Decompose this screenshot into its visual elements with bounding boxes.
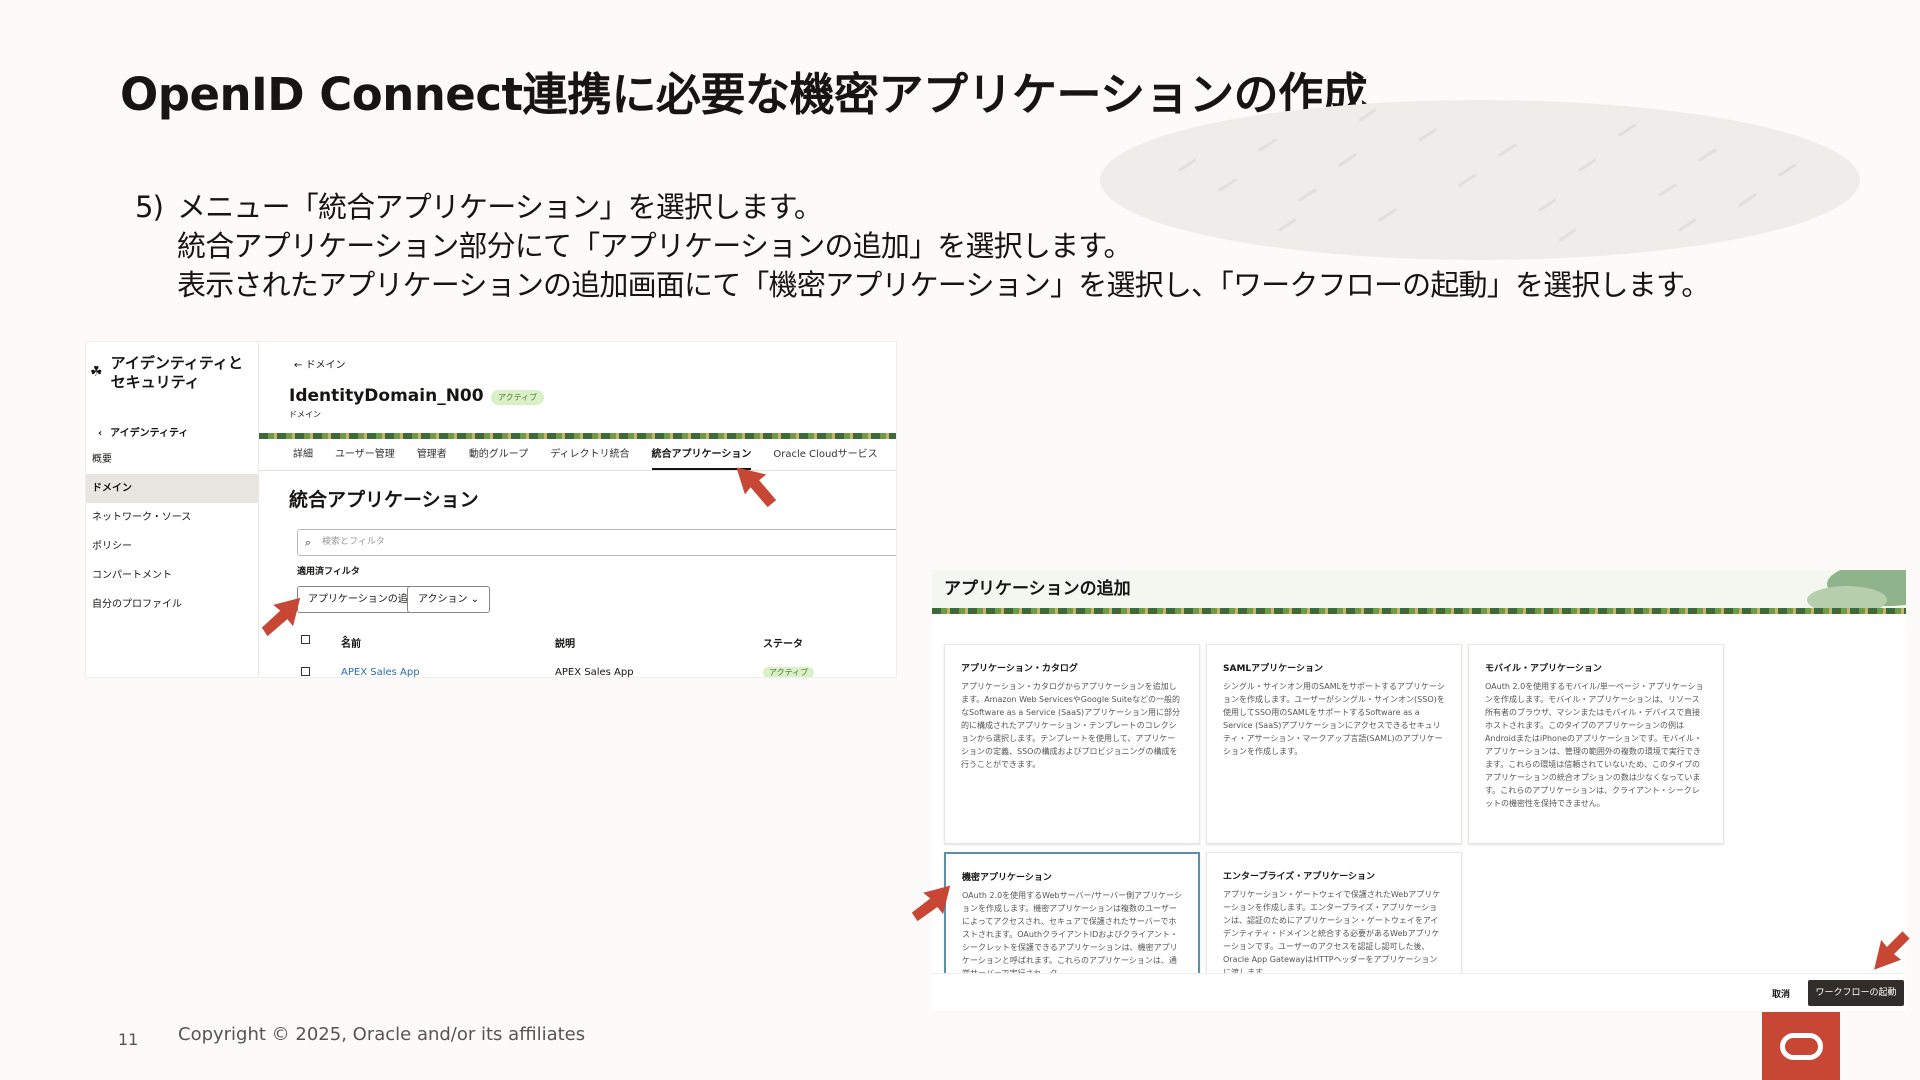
step-line-2: 統合アプリケーション部分にて「アプリケーションの追加」を選択します。 — [177, 229, 1133, 263]
arrow-left-icon: ← — [294, 360, 306, 371]
decorative-band — [259, 433, 896, 439]
page-number: 11 — [118, 1030, 139, 1049]
section-title: 統合アプリケーション — [289, 489, 479, 511]
column-status: ステータ — [763, 639, 803, 650]
sidebar-back-link[interactable]: ‹ アイデンティティ — [98, 424, 196, 439]
column-description: 説明 — [555, 639, 575, 650]
row-status-badge: アクティブ — [763, 667, 815, 677]
card-enterprise-application[interactable]: エンタープライズ・アプリケーション アプリケーション・ゲートウェイで保護されたW… — [1206, 852, 1462, 982]
chevron-left-icon: ‹ — [98, 428, 103, 439]
sidebar: ☘ アイデンティティと セキュリティ ‹ アイデンティティ 概要 ドメイン ネット… — [86, 342, 259, 677]
card-saml-application[interactable]: SAMLアプリケーション シングル・サインオン用のSAMLをサポートするアプリケ… — [1206, 644, 1462, 844]
sidebar-item-network-sources[interactable]: ネットワーク・ソース — [86, 503, 259, 532]
dialog-title: アプリケーションの追加 — [944, 579, 1131, 599]
applied-filters-label: 適用済フィルタ — [297, 567, 360, 577]
sort-up-icon: ⌃ — [341, 635, 350, 646]
tab-dynamic-groups[interactable]: 動的グループ — [469, 441, 528, 470]
dialog-header: アプリケーションの追加 — [932, 570, 1906, 612]
sidebar-item-policies[interactable]: ポリシー — [86, 532, 259, 561]
identity-icon: ☘ — [90, 364, 103, 380]
arrow-icon — [911, 885, 951, 922]
decorative-leaf — [1807, 570, 1906, 610]
step-line-1: メニュー「統合アプリケーション」を選択します。 — [177, 190, 823, 224]
sidebar-item-my-profile[interactable]: 自分のプロファイル — [86, 590, 259, 619]
arrow-icon — [261, 597, 301, 637]
domain-name: IdentityDomain_N00 — [289, 386, 484, 406]
step-number: 5) — [135, 190, 164, 224]
card-mobile-application[interactable]: モバイル・アプリケーション OAuth 2.0を使用するモバイル/単一ページ・ア… — [1468, 644, 1724, 844]
dialog-footer: 取消 ワークフローの起動 — [932, 973, 1906, 1011]
step-line-3: 表示されたアプリケーションの追加画面にて「機密アプリケーション」を選択し、「ワー… — [177, 268, 1710, 302]
card-confidential-application[interactable]: 機密アプリケーション OAuth 2.0を使用するWebサーバー/サーバー側アプ… — [944, 852, 1200, 982]
breadcrumb[interactable]: ← ドメイン — [294, 356, 346, 371]
status-badge: アクティブ — [491, 390, 545, 405]
cancel-button[interactable]: 取消 — [1772, 987, 1790, 1000]
arrow-icon — [1874, 931, 1910, 970]
domain-tabs: 詳細 ユーザー管理 管理者 動的グループ ディレクトリ統合 統合アプリケーション… — [259, 441, 896, 471]
sidebar-item-domains[interactable]: ドメイン — [86, 474, 259, 503]
tab-details[interactable]: 詳細 — [293, 441, 313, 470]
search-input[interactable]: ⌕ 検索とフィルタ — [297, 529, 896, 556]
decorative-band — [932, 608, 1906, 614]
row-app-name-link[interactable]: APEX Sales App — [341, 667, 420, 677]
arrow-icon — [736, 467, 777, 508]
sidebar-title: アイデンティティと セキュリティ — [110, 354, 244, 391]
domain-subtitle: ドメイン — [289, 410, 321, 419]
step-instructions: 5) メニュー「統合アプリケーション」を選択します。 統合アプリケーション部分に… — [135, 188, 1710, 305]
actions-button[interactable]: アクション ⌄ — [407, 586, 491, 613]
card-application-catalog[interactable]: アプリケーション・カタログ アプリケーション・カタログからアプリケーションを追加… — [944, 644, 1200, 844]
search-icon: ⌕ — [305, 536, 312, 549]
domain-main: ← ドメイン IdentityDomain_N00 アクティブ ドメイン 詳細 … — [259, 342, 896, 677]
sidebar-item-compartments[interactable]: コンパートメント — [86, 561, 259, 590]
row-description: APEX Sales App — [555, 667, 634, 677]
sidebar-item-overview[interactable]: 概要 — [86, 445, 259, 474]
tab-administrators[interactable]: 管理者 — [417, 441, 447, 470]
oracle-logo — [1762, 1012, 1840, 1080]
tab-user-management[interactable]: ユーザー管理 — [335, 441, 395, 470]
tab-directory-integration[interactable]: ディレクトリ統合 — [550, 441, 629, 470]
copyright: Copyright © 2025, Oracle and/or its affi… — [178, 1024, 586, 1045]
chevron-down-icon: ⌄ — [470, 594, 480, 605]
tab-oracle-cloud-services[interactable]: Oracle Cloudサービス — [773, 441, 877, 470]
add-application-dialog: アプリケーションの追加 アプリケーション・カタログ アプリケーション・カタログか… — [932, 570, 1906, 1011]
launch-workflow-button[interactable]: ワークフローの起動 — [1808, 980, 1904, 1006]
